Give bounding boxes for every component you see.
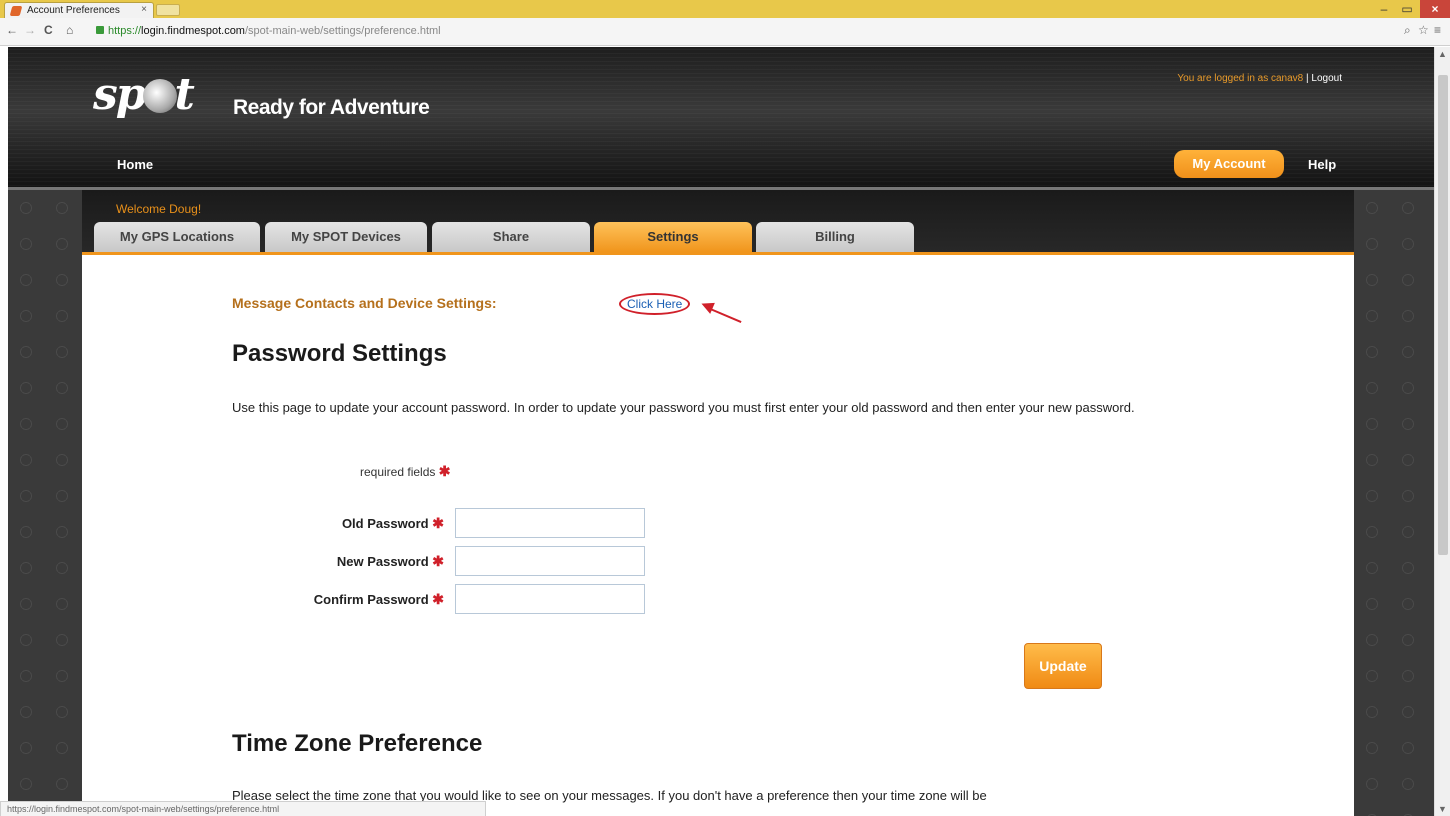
menu-icon[interactable]: ≡ xyxy=(1434,23,1441,37)
scroll-up-icon[interactable]: ▲ xyxy=(1438,49,1447,59)
message-contacts-label: Message Contacts and Device Settings: xyxy=(232,295,497,311)
update-button[interactable]: Update xyxy=(1024,643,1102,689)
nav-help-link[interactable]: Help xyxy=(1308,157,1336,172)
url-scheme: https:// xyxy=(108,25,142,37)
site-header: sp t Ready for Adventure You are logged i… xyxy=(8,47,1434,190)
home-icon[interactable]: ⌂ xyxy=(66,23,73,37)
tab-billing[interactable]: Billing xyxy=(756,222,914,252)
annotation-arrow xyxy=(707,307,742,323)
window-minimize-icon[interactable]: – xyxy=(1373,0,1395,18)
page-scrollbar[interactable]: ▲ ▼ xyxy=(1434,47,1450,816)
welcome-message: Welcome Doug! xyxy=(116,202,202,216)
site-tagline: Ready for Adventure xyxy=(233,96,430,119)
star-icon[interactable]: ☆ xyxy=(1418,23,1429,37)
click-here-link[interactable]: Click Here xyxy=(619,293,691,315)
window-close-icon[interactable]: × xyxy=(1420,0,1450,18)
logout-link[interactable]: Logout xyxy=(1311,73,1342,84)
new-password-label: New Password ✱ xyxy=(336,553,444,569)
password-intro-text: Use this page to update your account pas… xyxy=(232,400,1135,415)
reload-icon[interactable]: C xyxy=(44,23,53,37)
address-bar[interactable]: https://login.findmespot.com/spot-main-w… xyxy=(96,22,1416,41)
confirm-password-label: Confirm Password ✱ xyxy=(313,591,444,607)
logged-in-text: You are logged in as canav8 xyxy=(1177,73,1304,84)
favicon-icon xyxy=(9,6,23,16)
password-settings-heading: Password Settings xyxy=(232,340,447,367)
globe-icon xyxy=(142,79,177,113)
account-tabs: Welcome Doug! My GPS Locations My SPOT D… xyxy=(82,190,1354,262)
required-star-icon: ✱ xyxy=(432,553,444,569)
spot-logo[interactable]: sp t xyxy=(93,69,195,120)
tab-settings[interactable]: Settings xyxy=(594,222,752,252)
tab-my-gps-locations[interactable]: My GPS Locations xyxy=(94,222,260,252)
decorative-left-border xyxy=(8,190,82,816)
my-account-button[interactable]: My Account xyxy=(1174,150,1284,178)
required-star-icon: ✱ xyxy=(432,591,444,607)
forward-icon[interactable]: → xyxy=(24,23,36,37)
required-star-icon: ✱ xyxy=(438,463,451,479)
scroll-down-icon[interactable]: ▼ xyxy=(1438,804,1447,814)
scroll-thumb[interactable] xyxy=(1438,75,1448,555)
new-password-input[interactable] xyxy=(455,546,645,576)
status-bar-url: https://login.findmespot.com/spot-main-w… xyxy=(0,801,486,816)
tab-share[interactable]: Share xyxy=(432,222,590,252)
browser-toolbar: ← → C ⌂ https://login.findmespot.com/spo… xyxy=(0,18,1450,46)
required-star-icon: ✱ xyxy=(432,515,444,531)
new-tab-button[interactable] xyxy=(156,4,180,16)
annotation-arrow-head-icon xyxy=(699,298,715,314)
decorative-right-border xyxy=(1354,190,1434,816)
lock-icon xyxy=(96,26,104,34)
timezone-heading: Time Zone Preference xyxy=(232,730,483,757)
back-icon[interactable]: ← xyxy=(6,23,18,37)
browser-tab-title: Account Preferences xyxy=(27,5,120,16)
tab-close-icon[interactable]: × xyxy=(141,4,147,15)
url-host: login.findmespot.com xyxy=(141,25,245,37)
required-fields-note: required fields ✱ xyxy=(360,463,451,479)
browser-tab[interactable]: Account Preferences × xyxy=(4,2,154,18)
old-password-label: Old Password ✱ xyxy=(341,515,444,531)
zoom-icon[interactable]: ⌕ xyxy=(1404,23,1411,38)
nav-home-link[interactable]: Home xyxy=(117,157,153,172)
url-path: /spot-main-web/settings/preference.html xyxy=(244,25,441,37)
login-status: You are logged in as canav8 | Logout xyxy=(1177,73,1342,84)
browser-tab-bar: Account Preferences × – ▭ × xyxy=(0,0,1450,18)
confirm-password-input[interactable] xyxy=(455,584,645,614)
settings-content: Message Contacts and Device Settings: Cl… xyxy=(82,262,1354,816)
old-password-input[interactable] xyxy=(455,508,645,538)
tab-my-spot-devices[interactable]: My SPOT Devices xyxy=(265,222,427,252)
window-maximize-icon[interactable]: ▭ xyxy=(1395,0,1419,18)
